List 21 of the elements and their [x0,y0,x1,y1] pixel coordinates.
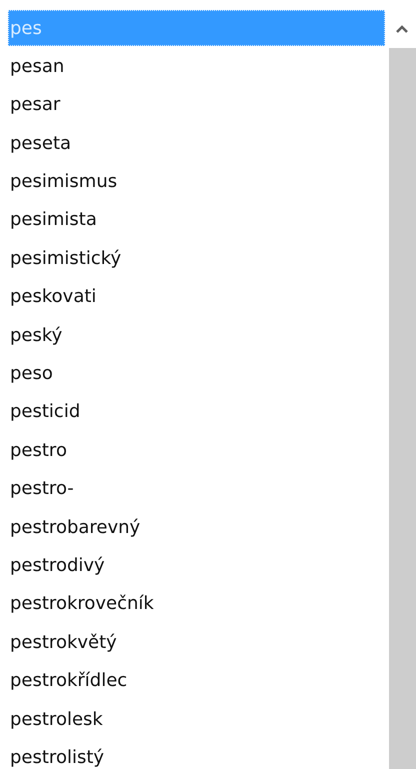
list-item[interactable]: peskovati [8,278,385,315]
list-item[interactable]: pestrodivý [8,547,385,584]
list-item[interactable]: pestrokřídlec [8,662,385,699]
list-item[interactable]: peseta [8,125,385,162]
list-item[interactable]: pestro [8,432,385,468]
list-item[interactable]: pesticid [8,394,385,430]
list-item[interactable]: pesimista [8,202,385,238]
list-item[interactable]: pestro- [8,470,385,507]
list-item[interactable]: pestrokvětý [8,624,385,660]
list-item[interactable]: pestrokrovečník [8,586,385,622]
list-item[interactable]: pesimistický [8,240,385,276]
list-item[interactable]: pestrolesk [8,701,385,738]
list-item[interactable]: pesar [8,86,385,123]
list-item[interactable]: peský [8,317,385,354]
scroll-up-icon[interactable] [396,25,408,33]
list-item[interactable]: pestrolistý [8,739,385,769]
list-item[interactable]: pesimismus [8,164,385,200]
list-item[interactable]: pesan [8,48,385,84]
list-item[interactable]: pestrobarevný [8,509,385,546]
scrollbar-thumb[interactable] [389,48,416,769]
list-item[interactable]: peso [8,356,385,392]
